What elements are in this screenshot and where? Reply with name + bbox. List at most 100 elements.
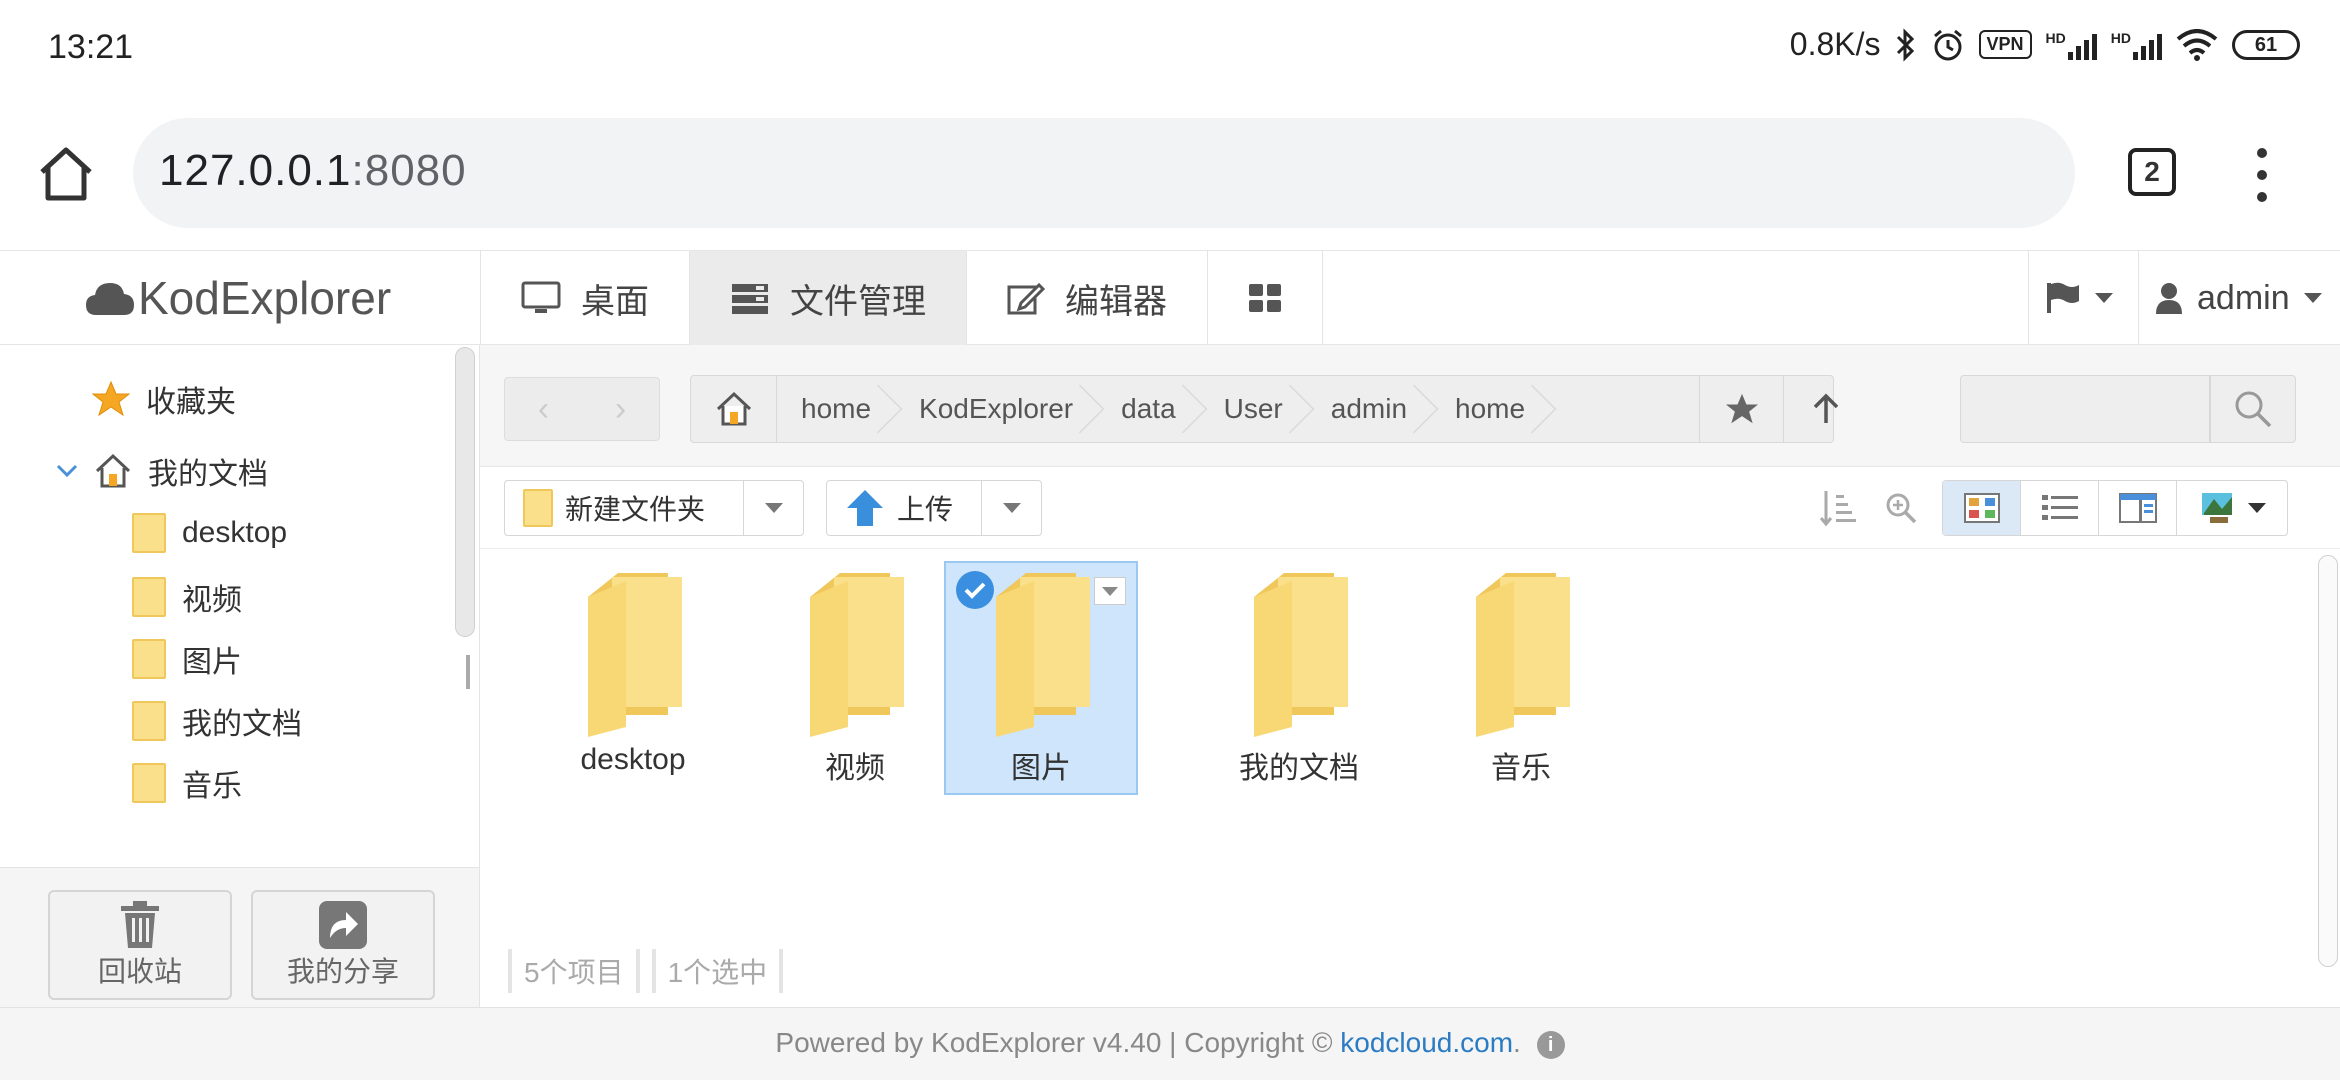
cloud-icon xyxy=(86,283,134,315)
item-count: 5个项目 xyxy=(508,949,640,993)
breadcrumb-item[interactable]: data xyxy=(1097,376,1200,442)
file-name: 音乐 xyxy=(1491,752,1551,785)
recycle-bin-button[interactable]: 回收站 xyxy=(48,890,232,1000)
home-icon[interactable] xyxy=(36,144,96,204)
file-item-pictures[interactable]: 图片 xyxy=(944,561,1138,795)
file-item-music[interactable]: 音乐 xyxy=(1424,567,1618,801)
breadcrumb-item[interactable]: home xyxy=(1431,376,1549,442)
url-bar[interactable]: 127.0.0.1:8080 xyxy=(133,118,2075,228)
sidebar-footer: 回收站 我的分享 xyxy=(0,867,479,1007)
new-folder-label: 新建文件夹 xyxy=(565,494,706,525)
sidebar-item-label: 我的文档 xyxy=(148,458,268,491)
selection-status: 5个项目 1个选中 xyxy=(508,949,784,993)
star-icon xyxy=(92,381,130,417)
chevron-down-icon[interactable] xyxy=(56,464,78,478)
new-folder-button[interactable]: 新建文件夹 xyxy=(504,480,804,536)
sidebar-folder-pictures[interactable]: 图片 xyxy=(132,637,242,681)
breadcrumb-item[interactable]: KodExplorer xyxy=(895,376,1097,442)
path-bar: ‹ › home KodExplorer data User admin hom… xyxy=(480,345,2340,467)
item-menu-dropdown[interactable] xyxy=(1094,577,1126,605)
status-icons: 0.8K/s VPN HD HD 61 xyxy=(1790,26,2300,63)
new-menu-dropdown[interactable] xyxy=(743,481,803,535)
parent-folder-button[interactable] xyxy=(1783,376,1867,442)
breadcrumb-home[interactable] xyxy=(691,376,777,442)
view-list-button[interactable] xyxy=(2021,481,2099,535)
tab-switcher-button[interactable]: 2 xyxy=(2128,148,2176,196)
sidebar-item-favorites[interactable]: 收藏夹 xyxy=(92,377,236,421)
breadcrumb: home KodExplorer data User admin home xyxy=(690,375,1838,443)
status-bar: 13:21 0.8K/s VPN HD HD 61 xyxy=(0,0,2340,100)
upload-main[interactable]: 上传 xyxy=(827,481,981,535)
tab-desktop-label: 桌面 xyxy=(581,282,649,321)
favorite-button[interactable] xyxy=(1699,376,1783,442)
folder-icon xyxy=(132,763,166,803)
sidebar-item-label: 我的文档 xyxy=(182,708,302,741)
view-icons-button[interactable] xyxy=(1943,481,2021,535)
folder-icon xyxy=(523,489,553,527)
browser-menu-icon[interactable] xyxy=(2250,148,2274,202)
folder-icon xyxy=(996,573,1090,737)
theme-button[interactable] xyxy=(2177,481,2287,535)
language-menu[interactable] xyxy=(2028,251,2138,345)
upload-dropdown[interactable] xyxy=(981,481,1041,535)
breadcrumb-item[interactable]: home xyxy=(777,376,895,442)
file-grid-scrollbar[interactable] xyxy=(2318,555,2338,967)
upload-button[interactable]: 上传 xyxy=(826,480,1042,536)
sidebar-item-label: 收藏夹 xyxy=(146,386,236,419)
tab-file-manager-label: 文件管理 xyxy=(790,282,926,321)
house-icon xyxy=(716,391,751,426)
forward-button[interactable]: › xyxy=(582,378,659,440)
editor-icon xyxy=(1007,282,1045,315)
upload-label: 上传 xyxy=(897,494,954,525)
vpn-badge: VPN xyxy=(1978,30,2032,59)
monitor-icon xyxy=(521,281,561,313)
star-icon xyxy=(1725,393,1758,424)
file-name: 我的文档 xyxy=(1239,752,1359,785)
tab-file-manager[interactable]: 文件管理 xyxy=(690,251,967,345)
file-name: 视频 xyxy=(825,752,885,785)
header-right: admin xyxy=(2028,251,2340,345)
chevron-down-icon xyxy=(1002,503,1021,513)
my-share-label: 我的分享 xyxy=(286,956,399,987)
folder-icon xyxy=(588,573,682,737)
wifi-icon xyxy=(2176,28,2218,61)
resize-handle[interactable] xyxy=(466,655,470,689)
checkmark-icon[interactable] xyxy=(956,571,994,609)
sidebar-folder-video[interactable]: 视频 xyxy=(132,575,242,619)
file-item-desktop[interactable]: desktop xyxy=(536,567,730,801)
history-buttons: ‹ › xyxy=(504,377,660,441)
sidebar-item-label: 音乐 xyxy=(182,770,242,803)
sidebar-item-my-docs[interactable]: 我的文档 xyxy=(56,449,268,493)
file-toolbar: 新建文件夹 上传 xyxy=(480,467,2340,549)
footer: Powered by KodExplorer v4.40 | Copyright… xyxy=(0,1007,2340,1080)
folder-icon xyxy=(132,701,166,741)
view-split-button[interactable] xyxy=(2099,481,2177,535)
file-item-video[interactable]: 视频 xyxy=(758,567,952,801)
breadcrumb-item[interactable]: admin xyxy=(1307,376,1431,442)
info-icon[interactable]: i xyxy=(1536,1030,1565,1059)
tab-editor[interactable]: 编辑器 xyxy=(967,251,1208,345)
sidebar-scrollbar[interactable] xyxy=(455,347,475,637)
zoom-icon[interactable] xyxy=(1884,491,1918,525)
sidebar-folder-documents[interactable]: 我的文档 xyxy=(132,699,302,743)
breadcrumb-item[interactable]: User xyxy=(1200,376,1307,442)
hd-label-2: HD xyxy=(2110,29,2131,46)
sort-icon[interactable] xyxy=(1820,489,1856,527)
url-text[interactable]: 127.0.0.1:8080 xyxy=(159,146,467,196)
file-manager-icon xyxy=(732,284,768,314)
search-input[interactable] xyxy=(1960,375,2210,443)
file-item-documents[interactable]: 我的文档 xyxy=(1202,567,1396,801)
sidebar-folder-desktop[interactable]: desktop xyxy=(132,513,287,553)
footer-link[interactable]: kodcloud.com xyxy=(1340,1027,1513,1058)
my-share-button[interactable]: 我的分享 xyxy=(251,890,435,1000)
search-button[interactable] xyxy=(2210,375,2296,443)
new-folder-main[interactable]: 新建文件夹 xyxy=(505,481,743,535)
nav-tabs: 桌面 文件管理 编辑器 xyxy=(480,251,1323,345)
sidebar-folder-music[interactable]: 音乐 xyxy=(132,761,242,805)
user-menu[interactable]: admin xyxy=(2138,251,2340,345)
arrow-up-icon xyxy=(1813,393,1838,423)
tab-desktop[interactable]: 桌面 xyxy=(481,251,690,345)
tab-apps[interactable] xyxy=(1208,251,1323,345)
back-button[interactable]: ‹ xyxy=(505,378,582,440)
theme-icon xyxy=(2202,493,2232,523)
